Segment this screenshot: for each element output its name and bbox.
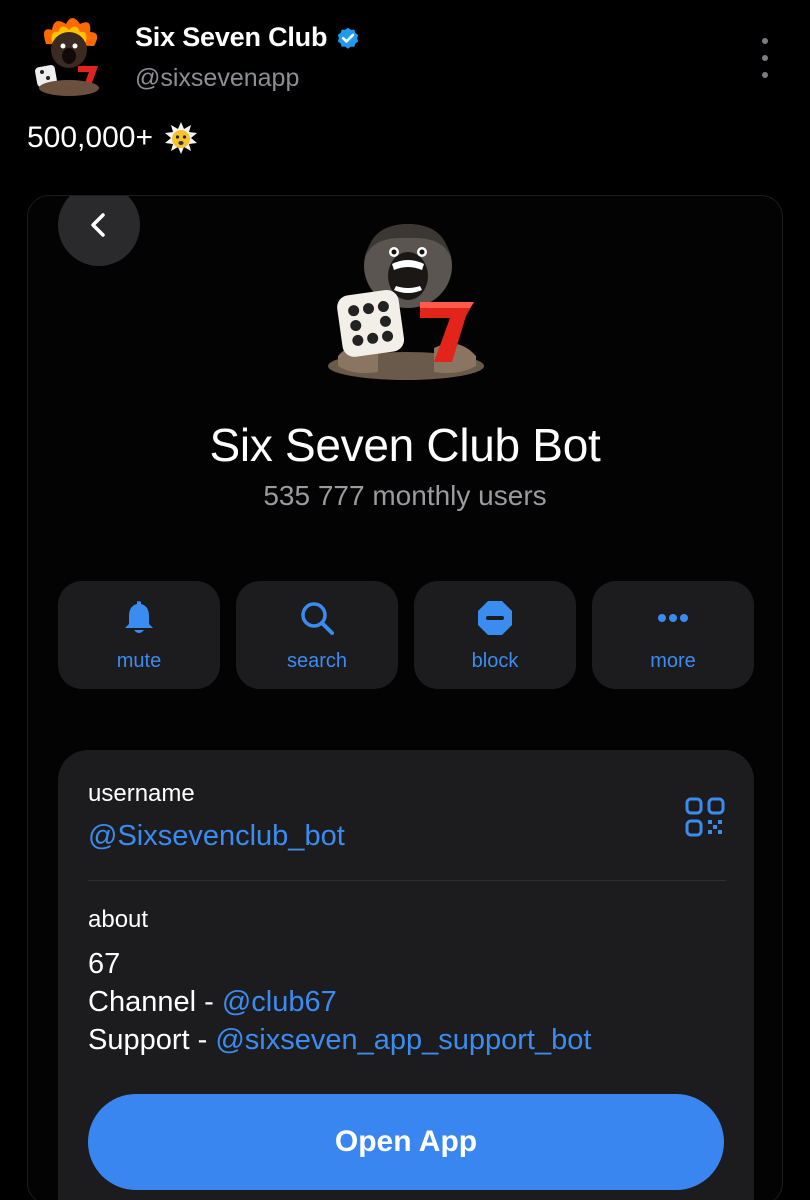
more-dots-icon bbox=[658, 613, 688, 622]
verified-badge-icon bbox=[338, 27, 359, 49]
about-label: about bbox=[88, 906, 149, 933]
support-prefix: Support - bbox=[88, 1024, 216, 1056]
search-label: search bbox=[286, 649, 348, 672]
author-name-row[interactable]: Six Seven Club bbox=[135, 22, 361, 53]
chevron-left-icon bbox=[91, 213, 105, 237]
about-text: 67 Channel - @club67 Support - @sixseven… bbox=[88, 945, 591, 1059]
qr-code-icon[interactable] bbox=[684, 796, 726, 838]
username-link[interactable]: @Sixsevenclub_bot bbox=[88, 820, 345, 853]
info-divider bbox=[88, 880, 726, 881]
bot-monthly-users: 535 777 monthly users bbox=[263, 480, 547, 511]
tweet-text: 500,000+ bbox=[27, 120, 199, 156]
channel-prefix: Channel - bbox=[88, 986, 222, 1018]
bot-name: Six Seven Club Bot bbox=[209, 419, 601, 471]
tweet-text-value: 500,000+ bbox=[27, 121, 153, 154]
search-button[interactable]: search bbox=[236, 581, 398, 689]
author-avatar[interactable] bbox=[26, 12, 112, 98]
more-options-icon[interactable] bbox=[752, 38, 778, 78]
block-label: block bbox=[471, 649, 519, 672]
author-name[interactable]: Six Seven Club bbox=[135, 22, 327, 53]
author-handle[interactable]: @sixsevenapp bbox=[135, 64, 299, 93]
embedded-screenshot[interactable]: Six Seven Club Bot 535 777 monthly users… bbox=[27, 195, 783, 1200]
more-label: more bbox=[650, 649, 696, 672]
block-icon bbox=[478, 600, 512, 635]
block-button[interactable]: block bbox=[414, 581, 576, 689]
bot-info-panel: username @Sixsevenclub_bot about 67 Chan… bbox=[58, 750, 754, 1200]
username-label: username bbox=[88, 780, 195, 807]
bell-icon bbox=[125, 600, 153, 633]
search-icon bbox=[301, 601, 334, 635]
channel-link[interactable]: @club67 bbox=[222, 986, 337, 1018]
more-button[interactable]: more bbox=[592, 581, 754, 689]
star-struck-emoji-icon bbox=[164, 122, 197, 154]
avatar-image bbox=[35, 18, 99, 96]
mute-button[interactable]: mute bbox=[58, 581, 220, 689]
about-channel-line: Channel - @club67 bbox=[88, 983, 591, 1021]
about-support-line: Support - @sixseven_app_support_bot bbox=[88, 1021, 591, 1059]
support-link[interactable]: @sixseven_app_support_bot bbox=[215, 1024, 591, 1056]
open-app-button[interactable]: Open App bbox=[88, 1094, 724, 1190]
about-line-67: 67 bbox=[88, 948, 121, 980]
action-bar: mute search block more bbox=[58, 581, 754, 691]
mute-label: mute bbox=[116, 649, 162, 672]
back-button[interactable] bbox=[58, 196, 140, 266]
bot-avatar bbox=[328, 224, 484, 380]
